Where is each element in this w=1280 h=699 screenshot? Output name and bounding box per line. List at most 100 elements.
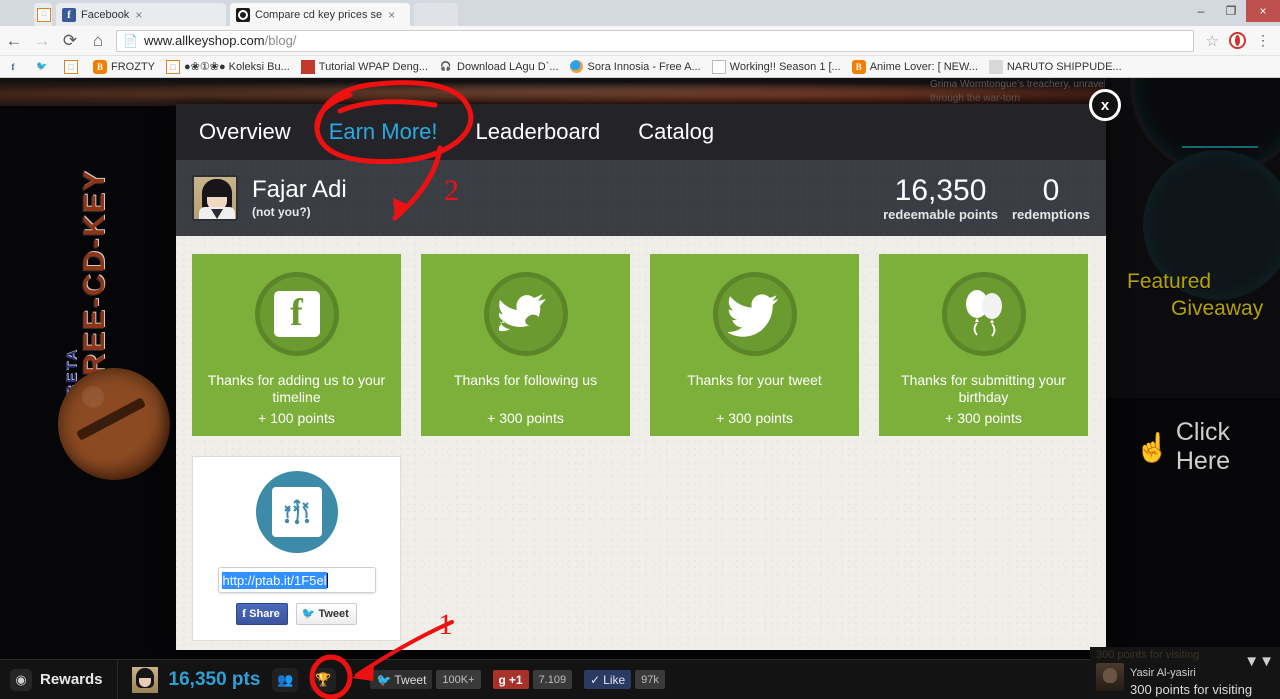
facebook-icon: f xyxy=(62,7,76,22)
twitter-icon: 🐦 xyxy=(301,608,316,620)
notification-feed[interactable]: 300 points for visiting Yasir Al-yasiri … xyxy=(1090,647,1280,699)
share-link-card: http://ptab.it/1F5el f Share 🐦 Tweet xyxy=(192,456,401,641)
bird-glyph xyxy=(498,294,546,332)
tweet-button[interactable]: 🐦 Tweet xyxy=(370,670,433,689)
headphones-icon: 🎧 xyxy=(440,61,452,71)
twitter-icon xyxy=(712,272,797,356)
google-plus-icon: g xyxy=(498,672,506,687)
redeemable-points-value: 16,350 xyxy=(894,173,987,207)
user-name: Fajar Adi xyxy=(252,176,347,203)
bookmark-anime-lover[interactable]: B Anime Lover: [ NEW... xyxy=(851,59,978,74)
forward-icon[interactable]: → xyxy=(28,31,56,51)
redeemable-points-label: redeemable points xyxy=(883,206,998,222)
reward-card-text: Thanks for your tweet xyxy=(687,372,822,388)
browser-tab-strip: □ f Facebook × Compare cd key prices se … xyxy=(0,0,1280,26)
not-you-link[interactable]: (not you?) xyxy=(252,205,347,219)
rewards-bottom-bar: ◉ Rewards 16,350 pts 👥 🏆 🐦 Tweet 100K+ g… xyxy=(0,647,1280,699)
document-icon xyxy=(711,59,726,74)
click-here-label: Click Here xyxy=(1175,418,1231,475)
browser-menu-icon[interactable]: ⋮ xyxy=(1250,32,1276,49)
generic-box-icon: □ xyxy=(166,59,180,74)
check-icon: ✓ xyxy=(590,672,601,687)
tab-close-icon[interactable]: × xyxy=(388,8,395,22)
chevron-down-icon[interactable]: ▼▼ xyxy=(1244,654,1274,669)
tab-title: Facebook xyxy=(81,8,130,21)
redemptions-value: 0 xyxy=(1042,173,1060,207)
bookmark-label: Tutorial WPAP Deng... xyxy=(318,60,429,73)
maximize-button[interactable]: ❐ xyxy=(1216,0,1246,22)
redemptions-stat: 0 redemptions xyxy=(998,173,1090,222)
bookmark-sora-innosia[interactable]: Sora Innosia - Free A... xyxy=(570,60,701,74)
close-window-button[interactable]: × xyxy=(1246,0,1280,22)
bookmark-label: Download LAgu D`... xyxy=(457,60,559,73)
reward-card-birthday[interactable]: Thanks for submitting your birthday + 30… xyxy=(879,254,1088,436)
user-header: Fajar Adi (not you?) 16,350 redeemable p… xyxy=(176,160,1106,236)
bookmark-working[interactable]: Working!! Season 1 [... xyxy=(711,59,841,74)
reload-icon[interactable]: ⟳ xyxy=(56,31,84,51)
notification-name: Yasir Al-yasiri xyxy=(1130,667,1196,679)
featured-giveaway-panel[interactable]: Featured Giveaway xyxy=(1105,78,1280,398)
bookmark-download-lagu[interactable]: 🎧 Download LAgu D`... xyxy=(439,60,559,74)
home-icon[interactable]: ⌂ xyxy=(84,31,112,51)
tab-overview[interactable]: Overview xyxy=(199,119,291,145)
like-label: Like xyxy=(603,672,626,687)
trophy-icon[interactable]: 🏆 xyxy=(310,667,337,692)
facebook-icon: f xyxy=(242,606,247,620)
twitter-tweet-button[interactable]: 🐦 Tweet xyxy=(295,603,357,625)
new-tab-button[interactable] xyxy=(414,3,458,26)
modal-body: f Thanks for adding us to your timeline … xyxy=(176,236,1106,641)
page-icon: 📄 xyxy=(123,33,138,48)
tab-close-icon[interactable]: × xyxy=(135,8,142,22)
reward-card-facebook-timeline[interactable]: f Thanks for adding us to your timeline … xyxy=(192,254,401,436)
bookmark-frozty[interactable]: B FROZTY xyxy=(93,59,155,74)
reward-card-twitter-follow[interactable]: Thanks for following us + 300 points xyxy=(421,254,630,436)
facebook-share-label: Share xyxy=(249,607,280,620)
rewards-modal: Overview Earn More! Leaderboard Catalog … xyxy=(176,104,1106,650)
bookmark-facebook[interactable]: f xyxy=(6,60,24,74)
bookmark-koleksi[interactable]: □ ●❀①❀● Koleksi Bu... xyxy=(166,59,290,74)
facebook-share-button[interactable]: f Share xyxy=(236,603,288,625)
bookmark-generic[interactable]: □ xyxy=(64,59,82,74)
hand-pointer-icon: ☝ xyxy=(1135,431,1170,463)
naruto-icon xyxy=(988,59,1003,74)
like-button[interactable]: ✓ Like xyxy=(584,670,632,689)
tab-earn-more[interactable]: Earn More! xyxy=(329,119,438,145)
twitter-bird-glyph xyxy=(727,294,778,337)
address-bar[interactable]: 📄 www.allkeyshop.com/blog/ xyxy=(116,29,1194,52)
minimize-button[interactable]: – xyxy=(1186,0,1216,22)
bookmark-wpap[interactable]: Tutorial WPAP Deng... xyxy=(300,59,429,74)
bookmark-label: ●❀①❀● Koleksi Bu... xyxy=(184,61,290,73)
wpap-icon xyxy=(300,59,315,74)
bottom-user-area[interactable]: 16,350 pts 👥 🏆 xyxy=(118,666,337,693)
browser-tab-0[interactable]: □ xyxy=(34,3,52,26)
reward-card-points: + 300 points xyxy=(487,410,564,426)
google-plus-button[interactable]: g +1 xyxy=(492,670,529,689)
bookmarks-bar: f 🐦 □ B FROZTY □ ●❀①❀● Koleksi Bu... Tut… xyxy=(0,56,1280,78)
reward-card-text: Thanks for submitting your birthday xyxy=(901,372,1066,405)
browser-toolbar: ← → ⟳ ⌂ 📄 www.allkeyshop.com/blog/ ☆ ⋮ xyxy=(0,26,1280,56)
close-icon[interactable]: x xyxy=(1089,89,1121,121)
points-summary: 16,350 redeemable points 0 redemptions xyxy=(869,173,1090,222)
share-url-input[interactable]: http://ptab.it/1F5el xyxy=(217,567,376,593)
balloons-glyph xyxy=(965,290,1002,337)
tab-leaderboard[interactable]: Leaderboard xyxy=(476,119,601,145)
social-buttons: 🐦 Tweet 100K+ g +1 7.109 ✓ Like 97k xyxy=(370,670,672,689)
share-network-icon xyxy=(255,471,338,553)
friends-icon[interactable]: 👥 xyxy=(272,667,299,692)
bookmark-label: Sora Innosia - Free A... xyxy=(587,60,701,73)
generic-box-icon: □ xyxy=(64,59,78,74)
network-glyph xyxy=(283,499,309,525)
giveaway-title: Featured Giveaway xyxy=(1127,268,1280,322)
avatar xyxy=(1096,663,1124,691)
bookmark-star-icon[interactable]: ☆ xyxy=(1200,32,1225,50)
tab-catalog[interactable]: Catalog xyxy=(638,119,714,145)
rewards-button[interactable]: ◉ Rewards xyxy=(0,659,118,699)
opera-extension-icon[interactable] xyxy=(1229,32,1246,49)
back-icon[interactable]: ← xyxy=(0,31,28,51)
bookmark-twitter[interactable]: 🐦 xyxy=(35,60,53,74)
reward-card-tweet[interactable]: Thanks for your tweet + 300 points xyxy=(650,254,859,436)
bookmark-naruto[interactable]: NARUTO SHIPPUDE... xyxy=(988,59,1122,74)
browser-tab-facebook[interactable]: f Facebook × xyxy=(56,3,226,26)
browser-tab-allkeyshop[interactable]: Compare cd key prices se × xyxy=(230,3,410,26)
click-here-cta[interactable]: ☝ Click Here xyxy=(1105,418,1280,476)
